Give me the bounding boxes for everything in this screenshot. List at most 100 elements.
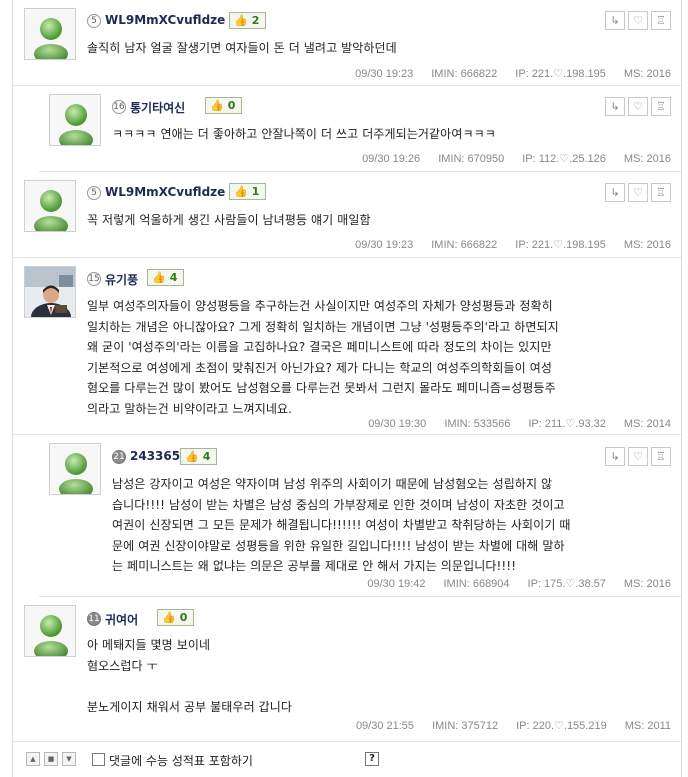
comment-meta: 09/30 19:42 IMIN: 668904 IP: 175.♡.38.57 MS… [349,577,671,590]
siren-icon[interactable]: ♖ [651,447,671,466]
default-user-icon [34,18,68,59]
like-count[interactable]: 👍 0 [157,609,195,626]
level-badge: 5 [87,14,101,28]
avatar[interactable] [24,8,76,60]
comment-line: 꼭 저렇게 억울하게 생긴 사람들이 남녀평등 얘기 매일함 [87,213,371,227]
siren-icon[interactable]: ♖ [651,97,671,116]
default-user-icon [59,453,93,494]
comment-item: 5 WL9MmXCvufldze 👍 2 ↳ ♡ ♖ 솔직히 남자 얼굴 잘생기면… [13,0,681,86]
avatar[interactable] [24,180,76,232]
comment-ms: MS: 2016 [623,153,671,165]
nickname[interactable]: WL9MmXCvufldze [105,185,225,199]
comment-ip: IP: 221.♡.198.195 [515,239,606,251]
comment-line: 일부 여성주의자들이 양성평등을 추구하는건 사실이지만 여성주의 자체가 양성… [87,299,553,313]
comment-line: 여권이 신장되면 그 모든 문제가 해결됩니다!!!!!! 여성이 차별받고 착… [112,518,571,532]
comment-line: 남성은 강자이고 여성은 약자이며 남성 위주의 사회이기 때문에 남성혐오는 … [112,477,553,491]
siren-icon[interactable]: ♖ [651,183,671,202]
nickname[interactable]: 귀여어 [105,611,138,628]
comment-text: 일부 여성주의자들이 양성평등을 추구하는건 사실이지만 여성주의 자체가 양성… [87,296,559,419]
user-photo-icon [25,267,75,317]
level-badge: 21 [112,450,126,464]
level-badge: 5 [87,186,101,200]
default-user-icon [34,190,68,231]
comment-line: 혐오를 다루는건 많이 봤어도 남성혐오를 다루는건 못봐서 그런지 몰라도 페… [87,381,556,395]
comment-line: 습니다!!!! 남성이 받는 차별은 남성 중심의 가부장제로 인한 것이며 남… [112,497,565,512]
comment-date: 09/30 21:55 [355,720,415,732]
comment-meta: 09/30 19:30 IMIN: 533566 IP: 211.♡.93.32 MS… [350,417,671,430]
thumbs-up-icon: 👍 [234,185,248,198]
comment-line: 의라고 말하는건 비약이라고 느껴지네요. [87,401,293,416]
avatar-photo[interactable] [24,266,76,318]
comment-item: 16 통기타여신 👍 0 ↳ ♡ ♖ ㅋㅋㅋㅋ 연애는 더 좋아하고 안잘나쪽이 … [39,86,681,172]
comment-line: 는 페미니스트는 왜 없냐는 의문은 공부를 제대로 안 해서 가지는 의문입니… [112,559,517,573]
scroll-up-icon[interactable]: ▲ [26,752,40,766]
include-score-label[interactable]: 댓글에 수능 성적표 포함하기 [109,752,253,769]
comment-line: 문에 여권 신장이야말로 성평등을 위한 유일한 길입니다!!!! 남성이 받는… [112,538,565,553]
help-icon[interactable]: ? [365,752,379,766]
comment-meta: 09/30 19:26 IMIN: 670950 IP: 112.♡.25.126 M… [344,152,671,165]
nickname[interactable]: 243365 [130,449,180,463]
siren-icon[interactable]: ♖ [651,11,671,30]
like-count-value: 2 [251,14,260,27]
scroll-down-icon[interactable]: ▼ [62,752,76,766]
avatar[interactable] [49,443,101,495]
comment-imin: IMIN: 666822 [431,239,498,251]
reply-arrow-icon[interactable]: ↳ [605,97,625,116]
comment-ip: IP: 112.♡.25.126 [522,153,606,165]
comment-item: 15 유기풍 👍 4 일부 여성주의자들이 양성평등을 추구하는건 사실이지만 여… [13,258,681,435]
nickname[interactable]: 유기풍 [105,271,138,288]
default-user-icon [34,615,68,656]
like-count[interactable]: 👍 4 [147,269,185,286]
comment-line: 일치하는 개념은 아니잖아요? 그게 정확히 일치하는 개념이면 그냥 '성평등… [87,319,559,334]
like-count[interactable]: 👍 4 [180,448,218,465]
comment-date: 09/30 19:42 [367,578,426,590]
like-count[interactable]: 👍 1 [229,183,267,200]
comment-ms: MS: 2016 [623,239,671,251]
reply-arrow-icon[interactable]: ↳ [605,447,625,466]
heart-icon[interactable]: ♡ [628,11,648,30]
comment-meta: 09/30 19:23 IMIN: 666822 IP: 221.♡.198.195… [337,238,671,251]
comment-text: ㅋㅋㅋㅋ 연애는 더 좋아하고 안잘나쪽이 더 쓰고 더주게되는거같아여ㅋㅋㅋ [112,124,496,145]
heart-icon[interactable]: ♡ [628,447,648,466]
thumbs-up-icon: 👍 [185,450,199,463]
reply-arrow-icon[interactable]: ↳ [605,183,625,202]
stop-icon[interactable]: ■ [44,752,58,766]
comment-imin: IMIN: 670950 [438,153,505,165]
heart-icon[interactable]: ♡ [628,183,648,202]
comment-line: ㅋㅋㅋㅋ 연애는 더 좋아하고 안잘나쪽이 더 쓰고 더주게되는거같아여ㅋㅋㅋ [112,127,496,141]
comment-ms: MS: 2011 [624,720,671,732]
like-count-value: 0 [179,611,188,624]
level-badge: 16 [112,100,126,114]
comment-ip: IP: 211.♡.93.32 [528,418,606,430]
avatar[interactable] [24,605,76,657]
comment-meta: 09/30 21:55 IMIN: 375712 IP: 220.♡.155.219… [338,719,671,732]
like-count-value: 0 [227,99,236,112]
avatar[interactable] [49,94,101,146]
comment-line [87,676,292,697]
like-count-value: 4 [169,271,178,284]
nickname[interactable]: 통기타여신 [130,99,185,116]
comment-line: 분노게이지 채워서 공부 불태우러 갑니다 [87,699,293,714]
like-count-value: 4 [202,450,211,463]
comment-ms: MS: 2016 [623,68,671,80]
comment-date: 09/30 19:30 [368,418,427,430]
comment-ip: IP: 221.♡.198.195 [515,68,606,80]
reply-arrow-icon[interactable]: ↳ [605,11,625,30]
comment-ip: IP: 175.♡.38.57 [527,578,606,590]
include-score-checkbox[interactable] [92,753,105,766]
comment-ms: MS: 2014 [623,418,671,430]
default-user-icon [59,104,93,145]
comment-ms: MS: 2016 [623,578,671,590]
comment-item: 5 WL9MmXCvufldze 👍 1 ↳ ♡ ♖ 꼭 저렇게 억울하게 생긴 … [13,172,681,258]
comment-line: 혐오스럽다 ㅜ [87,658,158,673]
comment-line: 기본적으로 여성에게 초점이 맞춰진거 아닌가요? 제가 다니는 학교의 여성주… [87,360,553,375]
comment-line: 왜 굳이 '여성주의'라는 이름을 고집하나요? 결국은 페미니스트에 따라 정… [87,340,552,354]
comment-date: 09/30 19:26 [362,153,421,165]
heart-icon[interactable]: ♡ [628,97,648,116]
thumbs-up-icon: 👍 [162,611,176,624]
nickname[interactable]: WL9MmXCvufldze [105,13,225,27]
like-count[interactable]: 👍 0 [205,97,243,114]
like-count[interactable]: 👍 2 [229,12,267,29]
comment-list: 5 WL9MmXCvufldze 👍 2 ↳ ♡ ♖ 솔직히 남자 얼굴 잘생기면… [12,0,682,777]
level-badge: 11 [87,612,101,626]
